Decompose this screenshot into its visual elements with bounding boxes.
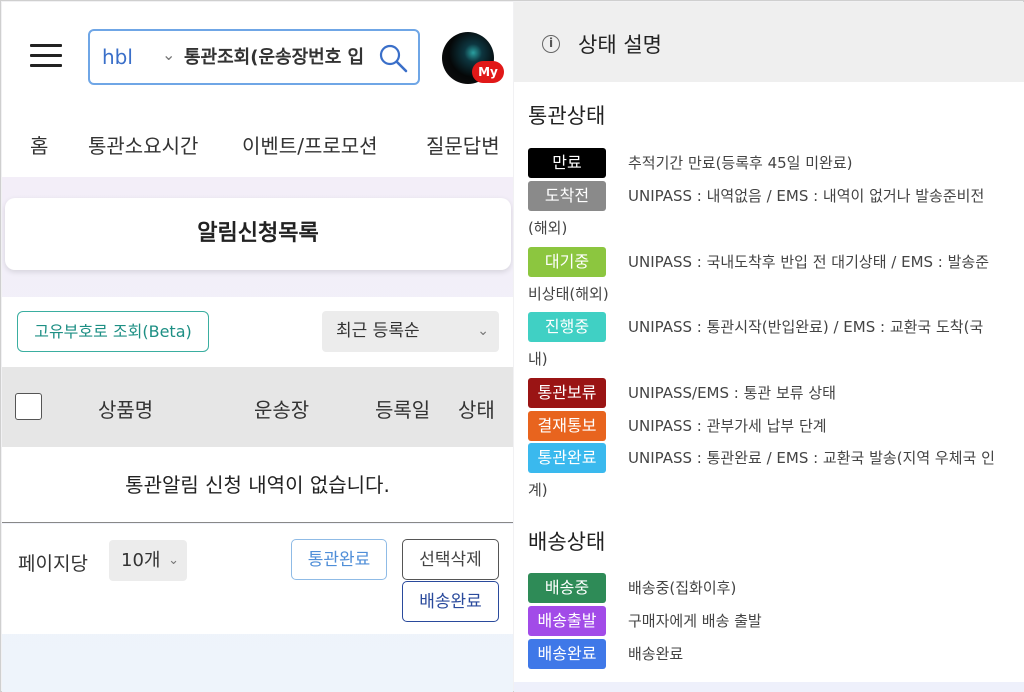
legend-title: 상태 설명 bbox=[578, 33, 662, 57]
status-row-shipping: 배송중 배송중(집화이후) bbox=[528, 573, 1018, 603]
legend-header: i 상태 설명 bbox=[514, 2, 1024, 82]
status-legend-panel: i 상태 설명 통관상태 만료 추적기간 만료(등록후 45일 미완료) 도착전… bbox=[514, 2, 1024, 692]
column-waybill: 운송장 bbox=[254, 398, 310, 422]
list-footer: 페이지당 10개 ⌄ 통관완료 선택삭제 배송완료 bbox=[2, 524, 513, 634]
screen-frame: hbl ⌄ 통관조회(운송장번호 입 My 홈 통관소요시간 이벤트/프로모션 … bbox=[0, 0, 1024, 692]
status-badge: 배송출발 bbox=[528, 606, 606, 636]
chevron-down-icon: ⌄ bbox=[477, 323, 489, 339]
status-desc: UNIPASS : 관부가세 납부 단계 bbox=[628, 417, 827, 435]
column-date: 등록일 bbox=[375, 398, 431, 422]
search-type-select[interactable]: hbl bbox=[102, 45, 133, 69]
per-page-select[interactable]: 10개 ⌄ bbox=[109, 540, 187, 581]
status-badge: 통관보류 bbox=[528, 378, 606, 408]
nav-item-events[interactable]: 이벤트/프로모션 bbox=[242, 130, 378, 159]
table-header: 상품명 운송장 등록일 상태 bbox=[2, 367, 513, 447]
status-desc: UNIPASS : 통관시작(반입완료) / EMS : 교환국 도착(국 bbox=[628, 318, 984, 336]
status-desc-cont: 계) bbox=[528, 481, 548, 499]
status-row-departed: 배송출발 구매자에게 배송 출발 bbox=[528, 606, 1018, 636]
status-row-cleared: 통관완료 UNIPASS : 통관완료 / EMS : 교환국 발송(지역 우체… bbox=[528, 443, 1018, 499]
notification-list-panel: hbl ⌄ 통관조회(운송장번호 입 My 홈 통관소요시간 이벤트/프로모션 … bbox=[2, 2, 513, 692]
status-desc-cont: 내) bbox=[528, 350, 548, 368]
status-desc: UNIPASS/EMS : 통관 보류 상태 bbox=[628, 384, 836, 402]
status-row-in-progress: 진행중 UNIPASS : 통관시작(반입완료) / EMS : 교환국 도착(… bbox=[528, 312, 1018, 368]
delivery-section-title: 배송상태 bbox=[528, 530, 606, 554]
chevron-down-icon: ⌄ bbox=[168, 553, 179, 568]
status-desc: UNIPASS : 국내도착후 반입 전 대기상태 / EMS : 발송준 bbox=[628, 253, 990, 271]
sort-value: 최근 등록순 bbox=[336, 321, 420, 341]
list-controls: 고유부호로 조회(Beta) 최근 등록순 ⌄ bbox=[2, 297, 513, 367]
status-desc: UNIPASS : 통관완료 / EMS : 교환국 발송(지역 우체국 인 bbox=[628, 449, 995, 467]
status-desc: UNIPASS : 내역없음 / EMS : 내역이 없거나 발송준비전 bbox=[628, 187, 985, 205]
main-nav: 홈 통관소요시간 이벤트/프로모션 질문답변 bbox=[2, 122, 513, 166]
status-desc: 배송완료 bbox=[628, 645, 684, 663]
unique-code-lookup-button[interactable]: 고유부호로 조회(Beta) bbox=[17, 311, 209, 352]
status-desc: 배송중(집화이후) bbox=[628, 579, 737, 597]
column-product: 상품명 bbox=[98, 398, 154, 422]
search-input[interactable]: 통관조회(운송장번호 입 bbox=[184, 43, 370, 73]
status-badge: 배송완료 bbox=[528, 639, 606, 669]
status-row-payment: 결재통보 UNIPASS : 관부가세 납부 단계 bbox=[528, 411, 1018, 441]
customs-complete-button[interactable]: 통관완료 bbox=[291, 539, 387, 580]
status-row-before-arrival: 도착전 UNIPASS : 내역없음 / EMS : 내역이 없거나 발송준비전… bbox=[528, 181, 1018, 237]
status-badge: 결재통보 bbox=[528, 411, 606, 441]
top-bar: hbl ⌄ 통관조회(운송장번호 입 My bbox=[2, 2, 513, 112]
search-icon[interactable] bbox=[377, 42, 409, 74]
delete-selected-button[interactable]: 선택삭제 bbox=[402, 539, 499, 580]
nav-item-qna[interactable]: 질문답변 bbox=[426, 130, 500, 159]
status-row-waiting: 대기중 UNIPASS : 국내도착후 반입 전 대기상태 / EMS : 발송… bbox=[528, 247, 1018, 303]
empty-message: 통관알림 신청 내역이 없습니다. bbox=[2, 447, 513, 523]
status-row-delivered: 배송완료 배송완료 bbox=[528, 639, 1018, 669]
status-badge: 대기중 bbox=[528, 247, 606, 277]
status-desc-cont: 비상태(해외) bbox=[528, 285, 609, 303]
status-badge: 만료 bbox=[528, 148, 606, 178]
per-page-label: 페이지당 bbox=[18, 553, 88, 575]
per-page-value: 10개 bbox=[121, 550, 161, 571]
status-desc: 추적기간 만료(등록후 45일 미완료) bbox=[628, 154, 853, 172]
info-icon: i bbox=[542, 35, 560, 53]
column-status: 상태 bbox=[458, 398, 495, 422]
status-badge: 통관완료 bbox=[528, 443, 606, 473]
search-box[interactable]: hbl ⌄ 통관조회(운송장번호 입 bbox=[88, 29, 420, 85]
select-all-checkbox[interactable] bbox=[15, 393, 42, 420]
status-desc: 구매자에게 배송 출발 bbox=[628, 612, 762, 630]
sort-select[interactable]: 최근 등록순 ⌄ bbox=[322, 311, 499, 352]
status-row-held: 통관보류 UNIPASS/EMS : 통관 보류 상태 bbox=[528, 378, 1018, 408]
my-badge[interactable]: My bbox=[472, 61, 504, 83]
page-title: 알림신청목록 bbox=[5, 198, 511, 270]
status-row-expired: 만료 추적기간 만료(등록후 45일 미완료) bbox=[528, 148, 1018, 178]
customs-section-title: 통관상태 bbox=[528, 104, 606, 128]
nav-item-customs-time[interactable]: 통관소요시간 bbox=[88, 130, 198, 159]
status-badge: 배송중 bbox=[528, 573, 606, 603]
status-badge: 도착전 bbox=[528, 181, 606, 211]
delivery-complete-button[interactable]: 배송완료 bbox=[402, 581, 499, 622]
status-desc-cont: (해외) bbox=[528, 219, 568, 237]
menu-icon[interactable] bbox=[30, 42, 62, 68]
status-badge: 진행중 bbox=[528, 312, 606, 342]
chevron-down-icon[interactable]: ⌄ bbox=[162, 45, 175, 64]
nav-item-home[interactable]: 홈 bbox=[30, 130, 48, 159]
